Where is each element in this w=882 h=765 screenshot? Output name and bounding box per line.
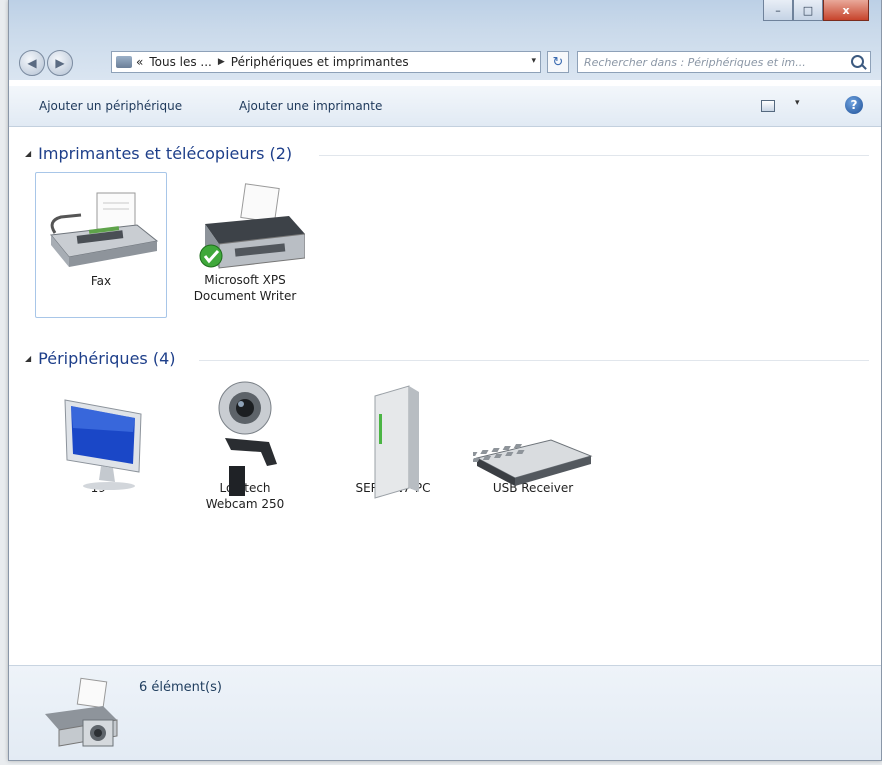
printers-group-header[interactable]: ◢ Imprimantes et télécopieurs (2) bbox=[25, 144, 292, 163]
help-icon[interactable]: ? bbox=[845, 96, 863, 114]
add-device-button[interactable]: Ajouter un périphérique bbox=[39, 99, 182, 113]
window-controls: – □ x bbox=[763, 0, 869, 22]
close-button[interactable]: x bbox=[823, 0, 869, 21]
forward-arrow-icon: ▶ bbox=[55, 56, 65, 70]
maximize-button[interactable]: □ bbox=[793, 0, 823, 21]
title-bar: – □ x ◀ ▶ « Tous les ... ▶ Périphériques… bbox=[9, 0, 881, 80]
search-placeholder: Rechercher dans : Périphériques et im... bbox=[584, 55, 806, 69]
devices-printers-icon bbox=[39, 676, 119, 750]
breadcrumb-all-items[interactable]: Tous les ... bbox=[149, 55, 212, 69]
add-printer-button[interactable]: Ajouter une imprimante bbox=[239, 99, 382, 113]
address-bar[interactable]: « Tous les ... ▶ Périphériques et imprim… bbox=[111, 51, 541, 73]
breadcrumb-devices-printers[interactable]: Périphériques et imprimantes bbox=[231, 55, 409, 69]
collapse-triangle-icon[interactable]: ◢ bbox=[25, 354, 31, 363]
device-label: Microsoft XPS Document Writer bbox=[193, 273, 297, 303]
group-divider bbox=[319, 155, 869, 156]
command-bar: Ajouter un périphérique Ajouter une impr… bbox=[9, 86, 881, 127]
search-input[interactable]: Rechercher dans : Périphériques et im... bbox=[577, 51, 871, 73]
details-pane: 6 élément(s) bbox=[9, 665, 881, 760]
devices-group-header[interactable]: ◢ Périphériques (4) bbox=[25, 349, 176, 368]
device-tile-fax[interactable]: Fax bbox=[35, 172, 167, 318]
back-arrow-icon: ◀ bbox=[27, 56, 37, 70]
view-options-dropdown-icon[interactable]: ▾ bbox=[795, 98, 800, 108]
device-tile-computer[interactable]: SERWIN7-PC bbox=[327, 380, 459, 520]
search-icon[interactable] bbox=[851, 55, 864, 68]
monitor-icon bbox=[41, 380, 161, 490]
forward-button[interactable]: ▶ bbox=[47, 50, 73, 76]
device-tile-webcam[interactable]: Logitech Webcam 250 bbox=[179, 380, 311, 540]
device-tile-usb-receiver[interactable]: USB Receiver bbox=[457, 380, 599, 520]
control-panel-icon bbox=[116, 56, 132, 68]
group-divider bbox=[199, 360, 869, 361]
keyboard-icon bbox=[457, 380, 593, 486]
printers-group-title: Imprimantes et télécopieurs (2) bbox=[38, 144, 293, 163]
fax-icon bbox=[41, 173, 161, 273]
computer-icon bbox=[333, 380, 453, 499]
breadcrumb-overflow[interactable]: « bbox=[136, 55, 143, 69]
item-count: 6 élément(s) bbox=[139, 680, 222, 695]
change-view-icon[interactable] bbox=[761, 100, 775, 112]
device-label: Fax bbox=[90, 274, 112, 288]
devices-printers-window: – □ x ◀ ▶ « Tous les ... ▶ Périphériques… bbox=[8, 0, 882, 761]
refresh-icon: ↻ bbox=[552, 54, 564, 70]
printer-icon bbox=[185, 172, 306, 272]
device-tile-xps-writer[interactable]: Microsoft XPS Document Writer bbox=[179, 172, 311, 322]
collapse-triangle-icon[interactable]: ◢ bbox=[25, 149, 31, 158]
back-button[interactable]: ◀ bbox=[19, 50, 45, 76]
address-dropdown-icon[interactable]: ▾ bbox=[531, 56, 536, 66]
device-tile-monitor[interactable]: 19" bbox=[35, 380, 167, 510]
breadcrumb-separator-icon[interactable]: ▶ bbox=[218, 57, 225, 67]
minimize-button[interactable]: – bbox=[763, 0, 793, 21]
refresh-button[interactable]: ↻ bbox=[547, 51, 569, 73]
webcam-icon bbox=[185, 380, 305, 496]
devices-group-title: Périphériques (4) bbox=[38, 349, 176, 368]
navigation-row: ◀ ▶ « Tous les ... ▶ Périphériques et im… bbox=[15, 48, 875, 76]
